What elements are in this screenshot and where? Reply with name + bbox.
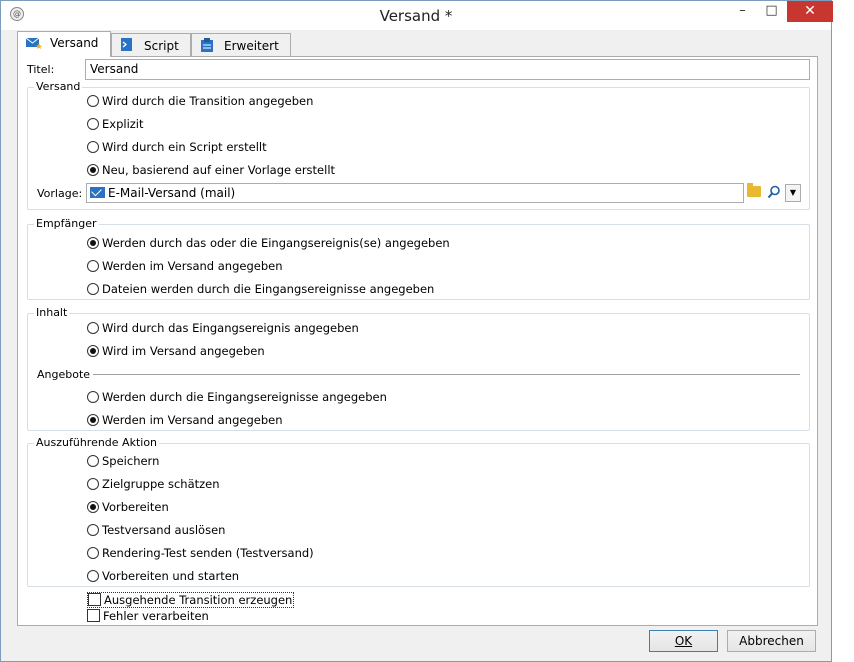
radio-dateien[interactable]: Dateien werden durch die Eingangsereigni…	[87, 282, 434, 296]
envelope-star-icon	[25, 37, 42, 49]
inhalt-group-title: Inhalt	[34, 306, 70, 319]
checkbox-fehler[interactable]: Fehler verarbeiten	[87, 609, 209, 623]
radio-label: Zielgruppe schätzen	[102, 477, 220, 491]
tab-script-label: Script	[144, 39, 179, 53]
radio-angebote-eingang[interactable]: Werden durch die Eingangsereignisse ange…	[87, 390, 387, 404]
radio-circle	[87, 524, 99, 536]
aktion-group-title: Auszuführende Aktion	[34, 436, 160, 449]
tab-versand[interactable]: Versand	[17, 31, 111, 57]
radio-transition[interactable]: Wird durch die Transition angegeben	[87, 94, 313, 108]
radio-vorbereiten[interactable]: Vorbereiten	[87, 500, 169, 514]
radio-inhalt-versand[interactable]: Wird im Versand angegeben	[87, 344, 265, 358]
radio-inhalt-eingang[interactable]: Wird durch das Eingangsereignis angegebe…	[87, 321, 359, 335]
radio-circle	[87, 141, 99, 153]
radio-circle	[87, 478, 99, 490]
radio-label: Werden im Versand angegeben	[102, 413, 283, 427]
radio-circle	[87, 570, 99, 582]
radio-label: Werden durch das oder die Eingangsereign…	[102, 236, 450, 250]
checkbox-box	[88, 593, 101, 606]
radio-circle	[87, 547, 99, 559]
template-label: Vorlage:	[37, 187, 83, 200]
radio-circle	[87, 260, 99, 272]
radio-label: Wird durch ein Script erstellt	[102, 140, 267, 154]
radio-label: Speichern	[102, 454, 160, 468]
radio-speichern[interactable]: Speichern	[87, 454, 159, 468]
tab-erweitert[interactable]: Erweitert	[191, 33, 291, 56]
radio-eingangsereignis[interactable]: Werden durch das oder die Eingangsereign…	[87, 236, 450, 250]
radio-angebote-versand[interactable]: Werden im Versand angegeben	[87, 413, 282, 427]
title-input[interactable]: Versand	[85, 59, 810, 80]
window-title: Versand *	[379, 7, 453, 25]
radio-label: Vorbereiten und starten	[102, 569, 240, 583]
radio-label: Werden im Versand angegeben	[102, 259, 283, 273]
ok-button-label: OK	[674, 634, 693, 648]
dialog-window: @ Versand * – □ ✕ Versand Script Erweite…	[0, 0, 833, 662]
radio-circle	[87, 95, 99, 107]
radio-zielgruppe[interactable]: Zielgruppe schätzen	[87, 477, 220, 491]
empfaenger-group-title: Empfänger	[34, 217, 99, 230]
close-button[interactable]: ✕	[787, 1, 833, 22]
tab-versand-label: Versand	[50, 36, 99, 50]
radio-im-versand[interactable]: Werden im Versand angegeben	[87, 259, 282, 273]
radio-script[interactable]: Wird durch ein Script erstellt	[87, 140, 267, 154]
radio-circle	[87, 501, 99, 513]
cancel-button[interactable]: Abbrechen	[727, 630, 816, 652]
radio-explizit[interactable]: Explizit	[87, 117, 144, 131]
checkbox-label: Ausgehende Transition erzeugen	[104, 593, 293, 607]
title-bar: @ Versand * – □ ✕	[1, 1, 833, 30]
minimize-button[interactable]: –	[728, 1, 757, 22]
radio-circle	[87, 455, 99, 467]
radio-circle	[87, 118, 99, 130]
radio-circle	[87, 414, 99, 426]
radio-circle	[87, 391, 99, 403]
radio-label: Rendering-Test senden (Testversand)	[102, 546, 314, 560]
radio-vorlage[interactable]: Neu, basierend auf einer Vorlage erstell…	[87, 163, 335, 177]
folder-icon[interactable]	[747, 183, 761, 197]
angebote-title: Angebote	[37, 368, 94, 381]
tab-erweitert-label: Erweitert	[224, 39, 279, 53]
maximize-button[interactable]: □	[757, 1, 786, 22]
checkbox-transition[interactable]: Ausgehende Transition erzeugen	[87, 592, 295, 608]
radio-rendering-test[interactable]: Rendering-Test senden (Testversand)	[87, 546, 314, 560]
checkbox-box	[87, 609, 100, 622]
radio-vorbereiten-starten[interactable]: Vorbereiten und starten	[87, 569, 239, 583]
radio-label: Vorbereiten	[102, 500, 169, 514]
chevron-down-icon[interactable]: ▼	[785, 184, 801, 202]
title-label: Titel:	[27, 63, 55, 76]
angebote-separator	[37, 374, 800, 375]
radio-circle	[87, 322, 99, 334]
versand-group-title: Versand	[34, 80, 83, 93]
clipboard-icon	[200, 38, 216, 52]
radio-label: Dateien werden durch die Eingangsereigni…	[102, 282, 435, 296]
tab-script[interactable]: Script	[111, 33, 191, 56]
radio-circle	[87, 283, 99, 295]
radio-label: Explizit	[102, 117, 144, 131]
script-icon	[120, 38, 136, 51]
radio-circle	[87, 237, 99, 249]
template-value: E-Mail-Versand (mail)	[108, 186, 236, 200]
radio-testversand[interactable]: Testversand auslösen	[87, 523, 225, 537]
cancel-button-label: Abbrechen	[739, 634, 804, 648]
template-field[interactable]: E-Mail-Versand (mail)	[86, 183, 744, 203]
radio-label: Wird im Versand angegeben	[102, 344, 265, 358]
envelope-icon	[90, 187, 105, 198]
radio-circle	[87, 164, 99, 176]
ok-button[interactable]: OK	[649, 630, 718, 652]
radio-circle	[87, 345, 99, 357]
radio-label: Testversand auslösen	[102, 523, 226, 537]
radio-label: Wird durch die Transition angegeben	[102, 94, 314, 108]
search-icon[interactable]	[767, 185, 781, 199]
radio-label: Neu, basierend auf einer Vorlage erstell…	[102, 163, 336, 177]
radio-label: Wird durch das Eingangsereignis angegebe…	[102, 321, 359, 335]
radio-label: Werden durch die Eingangsereignisse ange…	[102, 390, 387, 404]
checkbox-label: Fehler verarbeiten	[103, 609, 209, 623]
